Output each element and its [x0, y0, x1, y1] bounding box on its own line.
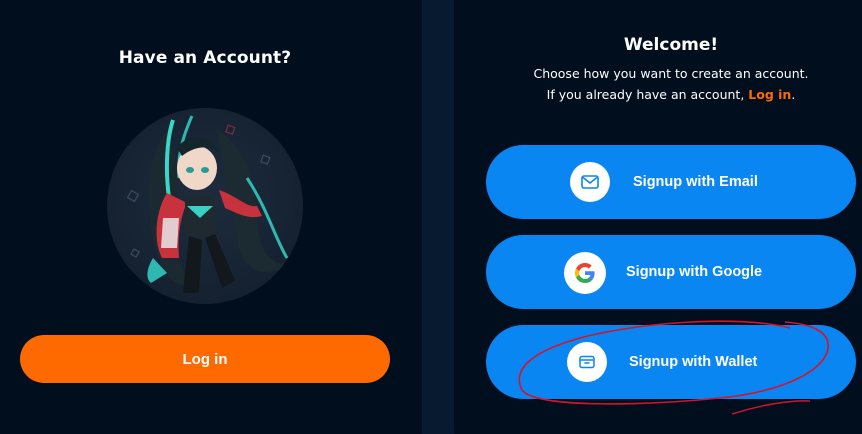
- signup-email-label: Signup with Email: [633, 174, 758, 190]
- signup-google-button[interactable]: Signup with Google: [486, 235, 856, 309]
- wallet-icon: [567, 342, 607, 382]
- google-icon: [564, 252, 606, 294]
- login-link[interactable]: Log in: [748, 87, 791, 102]
- signup-wallet-label: Signup with Wallet: [629, 354, 758, 370]
- signup-google-label: Signup with Google: [626, 264, 763, 280]
- login-button[interactable]: Log in: [20, 335, 390, 383]
- welcome-login-prompt: If you already have an account, Log in.: [486, 87, 856, 102]
- character-avatar: [107, 108, 303, 304]
- have-account-heading: Have an Account?: [118, 48, 292, 68]
- welcome-heading: Welcome!: [623, 35, 719, 55]
- signup-email-button[interactable]: Signup with Email: [486, 145, 856, 219]
- login-prompt-period: .: [791, 87, 796, 102]
- welcome-instructions: Choose how you want to create an account…: [533, 66, 809, 81]
- mail-icon: [570, 162, 610, 202]
- login-prompt-text: If you already have an account,: [546, 87, 749, 102]
- signup-wallet-button[interactable]: Signup with Wallet: [486, 325, 856, 399]
- signup-page: Have an Account? Log in Welcome! Choose …: [0, 0, 862, 434]
